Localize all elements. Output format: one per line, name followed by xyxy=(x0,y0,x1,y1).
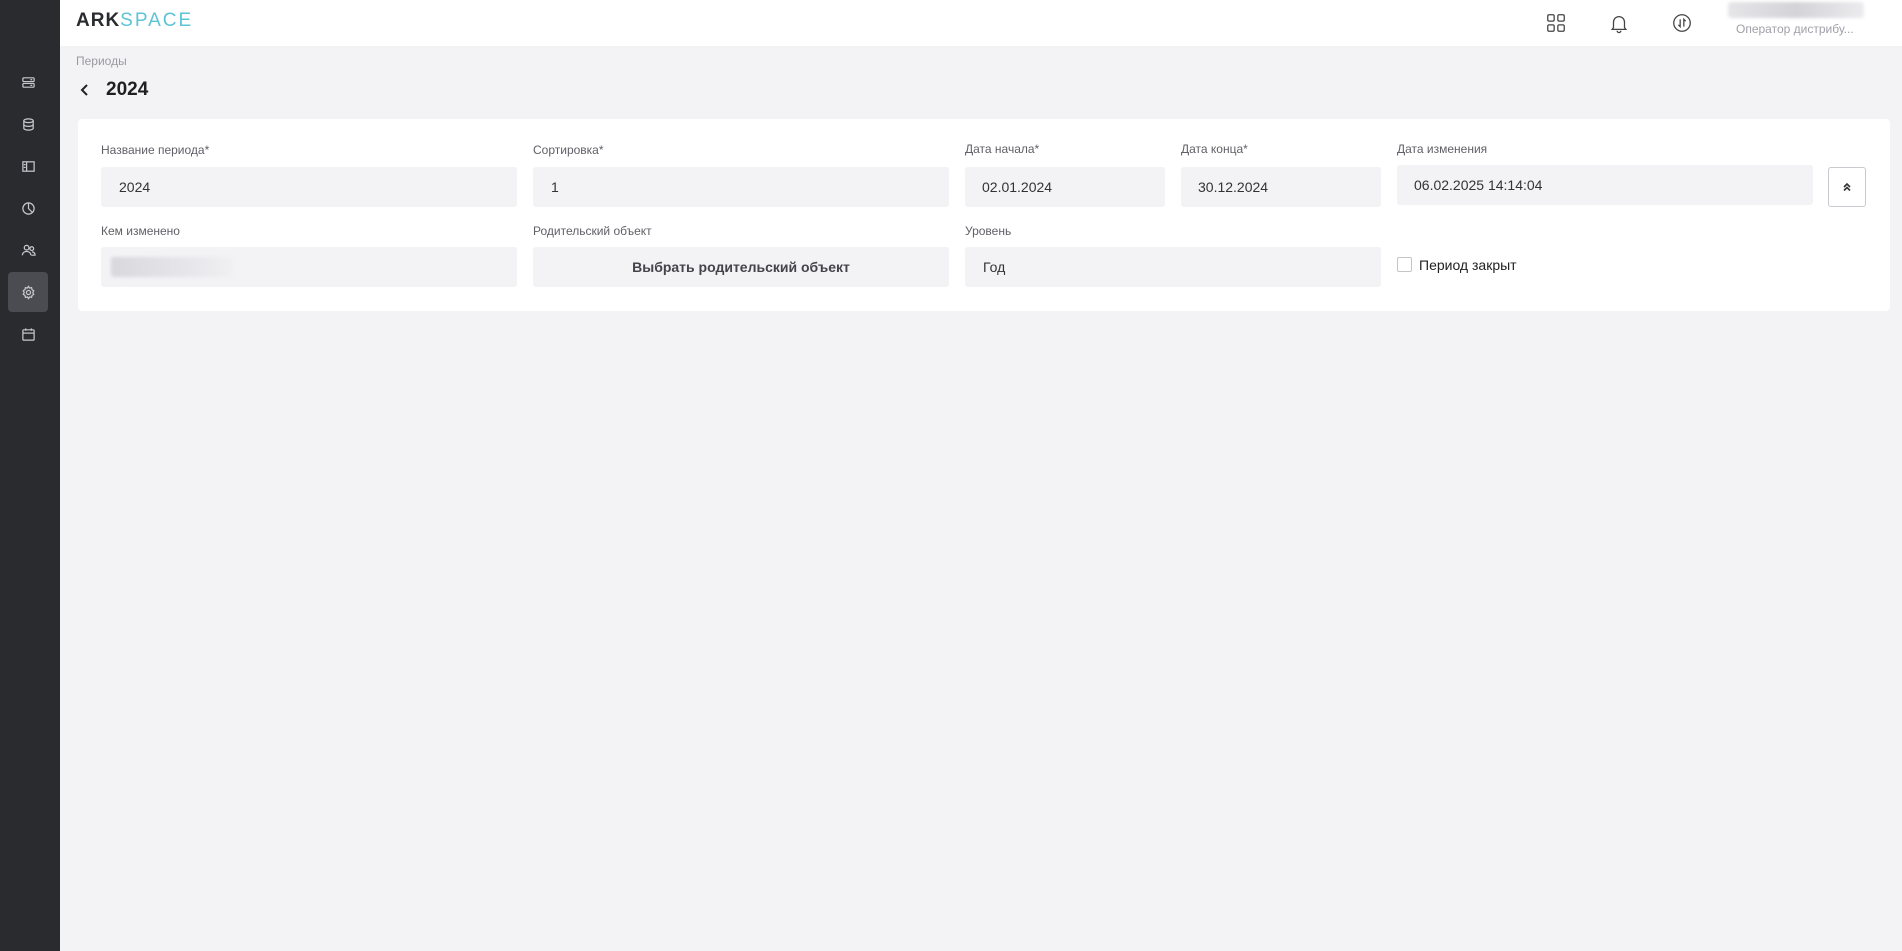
level-label: Уровень xyxy=(965,224,1012,238)
date-start-field[interactable]: 02.01.2024 xyxy=(965,167,1165,207)
user-role: Оператор дистрибу... xyxy=(1736,22,1854,36)
sidebar-item-calendar[interactable] xyxy=(8,314,48,354)
user-name-redacted xyxy=(1728,2,1864,18)
users-icon xyxy=(21,244,36,256)
gear-icon xyxy=(21,284,35,300)
period-name-field[interactable]: 2024 xyxy=(101,167,517,207)
parent-object-label: Родительский объект xyxy=(533,224,652,238)
sorting-label: Сортировка* xyxy=(533,143,604,157)
page-title: 2024 xyxy=(106,79,149,100)
sidebar-item-database[interactable] xyxy=(8,104,48,144)
sidebar xyxy=(0,0,60,951)
apps-grid-icon xyxy=(1547,14,1565,32)
date-modified-field: 06.02.2025 14:14:04 xyxy=(1397,165,1813,205)
pie-chart-icon xyxy=(21,201,35,215)
period-form-card: Название периода* 2024 Сортировка* 1 Дат… xyxy=(78,119,1890,311)
title-row: 2024 xyxy=(78,78,148,102)
list-icon xyxy=(21,76,35,88)
logo-text-ark: ARK xyxy=(76,10,121,31)
database-icon xyxy=(22,117,34,131)
select-parent-object-button[interactable]: Выбрать родительский объект xyxy=(533,247,949,287)
chevron-left-icon xyxy=(80,84,88,96)
breadcrumb[interactable]: Периоды xyxy=(76,54,127,68)
sidebar-item-users[interactable] xyxy=(8,230,48,270)
notifications-button[interactable] xyxy=(1604,8,1634,38)
back-button[interactable] xyxy=(78,78,96,102)
date-end-label: Дата конца* xyxy=(1181,142,1248,156)
bell-icon xyxy=(1610,16,1628,34)
modified-by-redacted xyxy=(111,257,233,277)
user-menu[interactable]: Оператор дистрибу... xyxy=(1726,0,1902,46)
sidebar-item-reports[interactable] xyxy=(8,188,48,228)
chevrons-up-icon xyxy=(1843,182,1851,192)
logo[interactable]: ARK SPACE xyxy=(76,10,193,32)
sync-icon xyxy=(1673,14,1691,32)
sidebar-item-list[interactable] xyxy=(8,62,48,102)
modified-by-field xyxy=(101,247,517,287)
modified-by-label: Кем изменено xyxy=(101,224,180,238)
logo-text-space: SPACE xyxy=(120,10,194,31)
date-end-field[interactable]: 30.12.2024 xyxy=(1181,167,1381,207)
period-closed-label[interactable]: Период закрыт xyxy=(1419,257,1517,273)
period-closed-checkbox[interactable] xyxy=(1397,257,1412,272)
collapse-button[interactable] xyxy=(1828,167,1866,207)
period-name-label: Название периода* xyxy=(101,143,210,157)
level-field[interactable]: Год xyxy=(965,247,1381,287)
sidebar-item-settings[interactable] xyxy=(8,272,48,312)
top-bar: ARK SPACE Оператор дистрибу... xyxy=(60,0,1902,46)
apps-button[interactable] xyxy=(1541,8,1571,38)
date-start-label: Дата начала* xyxy=(965,142,1040,156)
calendar-icon xyxy=(21,327,35,341)
layout-icon xyxy=(21,160,35,172)
date-modified-label: Дата изменения xyxy=(1397,142,1488,156)
sidebar-item-layout[interactable] xyxy=(8,146,48,186)
sync-button[interactable] xyxy=(1667,8,1697,38)
sorting-field[interactable]: 1 xyxy=(533,167,949,207)
